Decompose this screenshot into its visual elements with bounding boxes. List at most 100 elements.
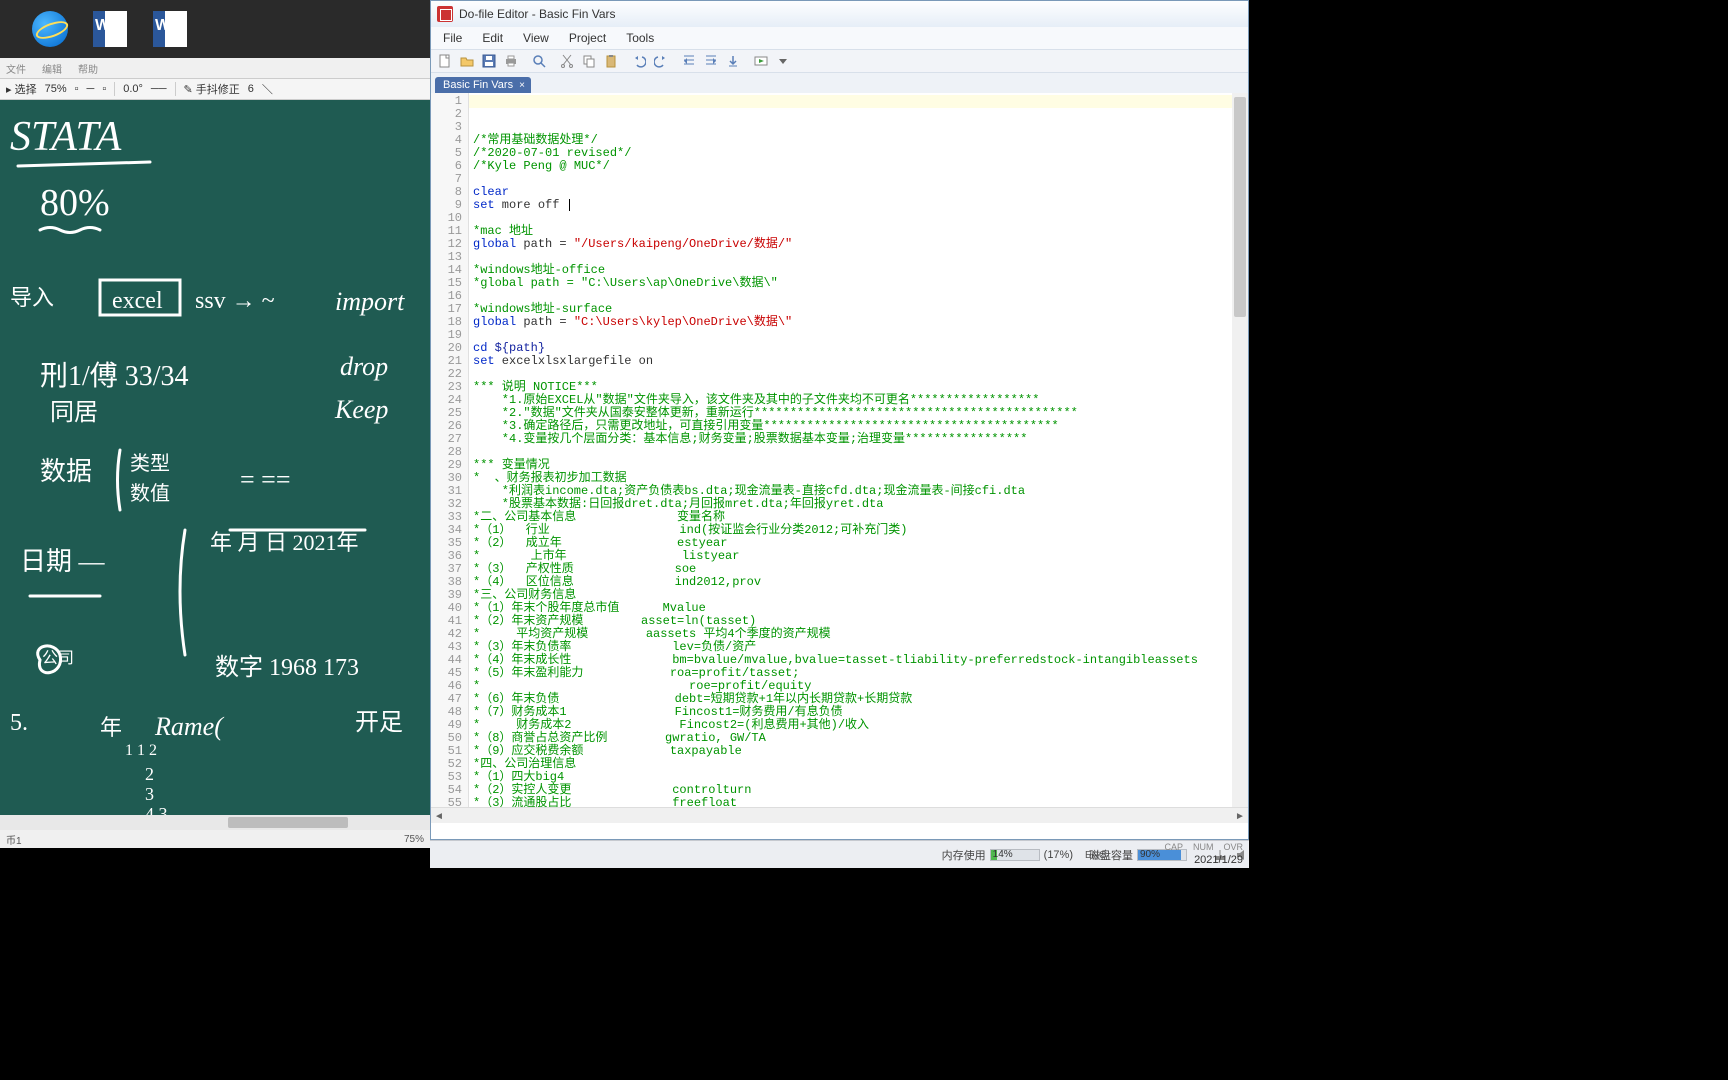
svg-text:日期 —: 日期 — bbox=[20, 547, 106, 576]
whiteboard-toolbar: ▸ 选择 75% ▫ ─ ▫ 0.0° ── ✎ 手抖修正 6 ＼ bbox=[0, 78, 430, 100]
line-number-gutter: 1 2 3 4 5 6 7 8 9 10 11 12 13 14 15 16 1… bbox=[431, 93, 469, 807]
svg-text:年 月 日 2021年: 年 月 日 2021年 bbox=[210, 530, 359, 555]
hscroll-left-icon[interactable]: ◄ bbox=[431, 808, 447, 824]
status-left: 币1 bbox=[6, 832, 22, 847]
paste-icon[interactable] bbox=[601, 52, 621, 70]
indent-right-icon[interactable] bbox=[701, 52, 721, 70]
svg-text:excel: excel bbox=[112, 288, 163, 314]
copy-icon[interactable] bbox=[579, 52, 599, 70]
rotation-value[interactable]: 0.0° bbox=[123, 83, 143, 95]
word-icon-2[interactable] bbox=[140, 4, 200, 54]
run-drop-icon[interactable] bbox=[773, 52, 793, 70]
status-zoom: 75% bbox=[404, 834, 424, 845]
memory-paren: (17%) bbox=[1044, 849, 1073, 861]
wb-menu-help[interactable]: 帮助 bbox=[78, 61, 98, 76]
whiteboard-menubar: 文件 编辑 帮助 bbox=[0, 58, 430, 78]
hscroll-right-icon[interactable]: ► bbox=[1232, 808, 1248, 824]
whiteboard-app: 文件 编辑 帮助 ▸ 选择 75% ▫ ─ ▫ 0.0° ── ✎ 手抖修正 6… bbox=[0, 0, 430, 1080]
black-region-bottom bbox=[430, 868, 1249, 1080]
current-line-highlight bbox=[469, 95, 1248, 108]
zoom-out-icon[interactable]: ▫ bbox=[75, 83, 79, 95]
svg-text:1 1 2: 1 1 2 bbox=[125, 742, 157, 759]
print-icon[interactable] bbox=[501, 52, 521, 70]
svg-text:公司: 公司 bbox=[42, 650, 74, 667]
bookmark-down-icon[interactable] bbox=[723, 52, 743, 70]
menu-edit[interactable]: Edit bbox=[474, 29, 511, 47]
memory-meter[interactable]: 内存使用 14% (17%) bbox=[942, 847, 1073, 863]
svg-text:Rame(: Rame( bbox=[154, 712, 224, 741]
menu-view[interactable]: View bbox=[515, 29, 557, 47]
memory-pct: 14% bbox=[993, 849, 1013, 860]
hand-correct-value[interactable]: 6 bbox=[248, 83, 254, 95]
svg-text:STATA: STATA bbox=[10, 114, 122, 160]
svg-text:= ==: = == bbox=[240, 465, 291, 494]
black-region-left bbox=[0, 848, 430, 1080]
svg-text:drop: drop bbox=[340, 352, 388, 381]
menu-file[interactable]: File bbox=[435, 29, 470, 47]
zoom-in-icon[interactable]: ▫ bbox=[102, 83, 106, 95]
keyboard-indicators: CAP NUM OVR bbox=[1120, 842, 1249, 854]
tab-basic-fin-vars[interactable]: Basic Fin Vars × bbox=[435, 77, 531, 93]
new-file-icon[interactable] bbox=[435, 52, 455, 70]
svg-text:Keep: Keep bbox=[334, 395, 388, 424]
whiteboard-canvas[interactable]: STATA 80% 导入 excel ssv → ~ import 刑1/傅 3… bbox=[0, 100, 430, 830]
windows-taskbar-fragment bbox=[0, 0, 430, 58]
editor-tabs: Basic Fin Vars × bbox=[431, 73, 1248, 93]
rot-slider[interactable]: ── bbox=[151, 83, 167, 95]
memory-label: 内存使用 bbox=[942, 847, 986, 863]
window-title: Do-file Editor - Basic Fin Vars bbox=[459, 7, 616, 21]
menu-project[interactable]: Project bbox=[561, 29, 614, 47]
stata-app-icon bbox=[437, 6, 453, 22]
select-tool[interactable]: ▸ 选择 bbox=[6, 81, 37, 97]
svg-text:80%: 80% bbox=[40, 182, 110, 224]
svg-text:ssv → ~: ssv → ~ bbox=[195, 288, 275, 314]
svg-text:同居: 同居 bbox=[50, 400, 98, 426]
hand-correct-label: ✎ 手抖修正 bbox=[184, 81, 240, 97]
menu-tools[interactable]: Tools bbox=[618, 29, 662, 47]
window-titlebar[interactable]: Do-file Editor - Basic Fin Vars bbox=[431, 1, 1248, 27]
editor-hscrollbar[interactable]: ◄ ► bbox=[431, 807, 1248, 823]
whiteboard-statusbar: 币1 75% bbox=[0, 830, 430, 848]
line-tool-icon[interactable]: ＼ bbox=[262, 81, 273, 97]
word-icon[interactable] bbox=[80, 4, 140, 54]
undo-icon[interactable] bbox=[629, 52, 649, 70]
system-date[interactable]: 2021/1/29 bbox=[1120, 854, 1249, 868]
svg-text:3: 3 bbox=[145, 784, 154, 804]
redo-icon[interactable] bbox=[651, 52, 671, 70]
svg-text:导入: 导入 bbox=[10, 285, 54, 310]
svg-text:数值: 数值 bbox=[130, 482, 170, 505]
black-region-right bbox=[1249, 0, 1728, 1080]
close-tab-icon[interactable]: × bbox=[519, 80, 525, 91]
svg-text:2: 2 bbox=[145, 764, 154, 784]
hscrollbar-thumb[interactable] bbox=[228, 817, 348, 828]
indent-left-icon[interactable] bbox=[679, 52, 699, 70]
code-content[interactable]: /*常用基础数据处理*//*2020-07-01 revised*//*Kyle… bbox=[469, 93, 1248, 807]
internet-explorer-icon[interactable] bbox=[20, 4, 80, 54]
language-indicator[interactable]: ENG bbox=[1085, 850, 1107, 861]
svg-text:类型: 类型 bbox=[130, 452, 170, 475]
open-icon[interactable] bbox=[457, 52, 477, 70]
wb-menu-file[interactable]: 文件 bbox=[6, 61, 26, 76]
stata-dofile-editor: Do-file Editor - Basic Fin Vars File Edi… bbox=[430, 0, 1249, 840]
cap-indicator: CAP bbox=[1164, 842, 1183, 854]
num-indicator: NUM bbox=[1193, 842, 1214, 854]
menu-bar: File Edit View Project Tools bbox=[431, 27, 1248, 49]
zoom-slider[interactable]: ─ bbox=[87, 83, 95, 95]
tab-label: Basic Fin Vars bbox=[443, 79, 513, 91]
toolbar bbox=[431, 49, 1248, 73]
cut-icon[interactable] bbox=[557, 52, 577, 70]
wb-menu-edit[interactable]: 编辑 bbox=[42, 61, 62, 76]
svg-text:5.: 5. bbox=[10, 710, 28, 736]
find-icon[interactable] bbox=[529, 52, 549, 70]
svg-text:刑1/傅 33/34: 刑1/傅 33/34 bbox=[40, 360, 189, 392]
save-icon[interactable] bbox=[479, 52, 499, 70]
svg-text:开足: 开足 bbox=[355, 710, 403, 736]
run-icon[interactable] bbox=[751, 52, 771, 70]
svg-text:import: import bbox=[335, 287, 405, 316]
whiteboard-hscrollbar[interactable] bbox=[0, 815, 430, 830]
svg-text:年: 年 bbox=[100, 715, 122, 740]
zoom-value[interactable]: 75% bbox=[45, 83, 67, 95]
ovr-indicator: OVR bbox=[1223, 842, 1243, 854]
code-editor[interactable]: 1 2 3 4 5 6 7 8 9 10 11 12 13 14 15 16 1… bbox=[431, 93, 1248, 807]
svg-text:数据: 数据 bbox=[40, 457, 92, 486]
